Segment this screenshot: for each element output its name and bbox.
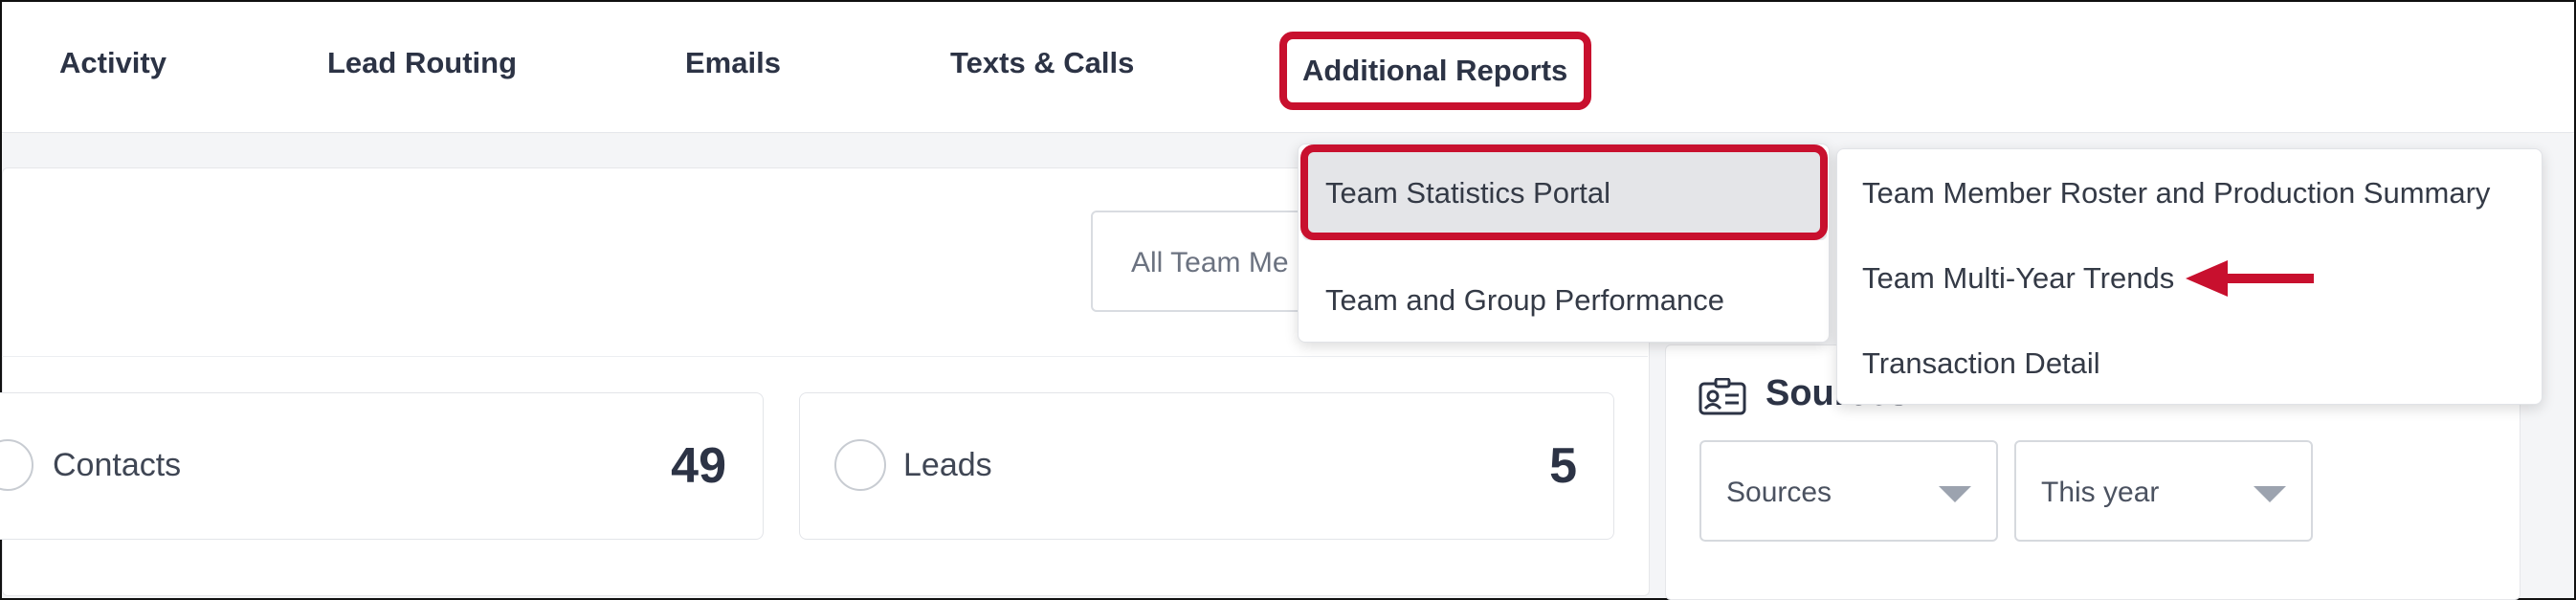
date-range-dropdown-value: This year: [2041, 477, 2160, 508]
leads-indicator-icon: [834, 439, 886, 491]
submenu-item-roster-production[interactable]: Team Member Roster and Production Summar…: [1862, 176, 2490, 211]
contacts-label: Contacts: [53, 447, 182, 483]
leads-count: 5: [1549, 438, 1577, 494]
nav-item-texts-calls[interactable]: Texts & Calls: [950, 46, 1134, 80]
sources-dropdown[interactable]: Sources: [1699, 440, 1998, 542]
left-arrow-icon: [2186, 260, 2314, 297]
menu-item-team-group-performance[interactable]: Team and Group Performance: [1325, 283, 1724, 318]
chevron-down-icon: [1939, 486, 1971, 502]
contacts-count: 49: [671, 438, 726, 494]
date-range-dropdown[interactable]: This year: [2014, 440, 2313, 542]
nav-item-activity[interactable]: Activity: [59, 46, 167, 80]
annotation-highlight-team-statistics-portal: [1300, 144, 1828, 240]
contacts-indicator-icon: [0, 439, 33, 491]
submenu-item-multi-year-trends[interactable]: Team Multi-Year Trends: [1862, 261, 2174, 296]
submenu-item-transaction-detail[interactable]: Transaction Detail: [1862, 346, 2100, 381]
nav-item-lead-routing[interactable]: Lead Routing: [327, 46, 517, 80]
leads-label: Leads: [903, 447, 992, 483]
contact-card-icon: [1699, 378, 1746, 415]
contacts-card[interactable]: Contacts 49: [0, 392, 764, 540]
annotation-highlight-additional-reports: [1279, 32, 1591, 110]
nav-item-emails[interactable]: Emails: [685, 46, 781, 80]
team-member-select-value: All Team Me: [1131, 247, 1289, 278]
leads-card[interactable]: Leads 5: [799, 392, 1614, 540]
chevron-down-icon: [2254, 486, 2286, 502]
sources-dropdown-value: Sources: [1726, 477, 1832, 508]
panel-divider: [2, 356, 1648, 357]
